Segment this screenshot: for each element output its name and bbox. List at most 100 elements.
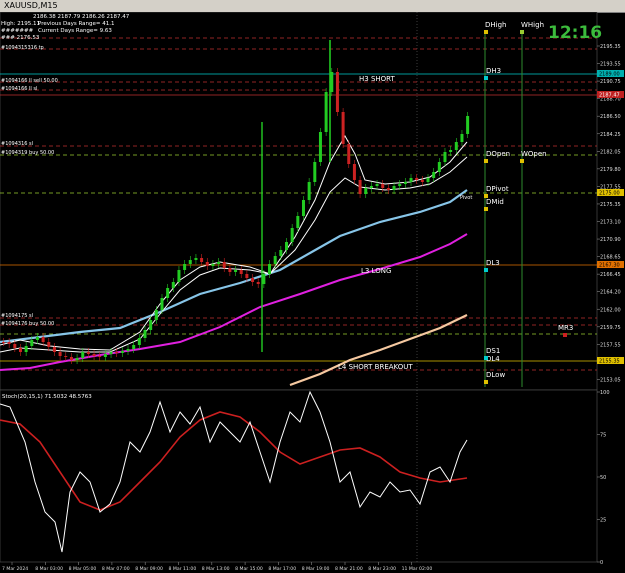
ohlc-readout: 2186.38 2187.79 2186.26 2187.47 bbox=[33, 14, 130, 20]
bull-candle bbox=[313, 162, 317, 182]
time-tick-label: 8 Mar 19:00 bbox=[302, 566, 330, 572]
bull-candle bbox=[24, 346, 28, 352]
bull-candle bbox=[454, 142, 458, 150]
extra1-readout: ####### bbox=[1, 28, 34, 34]
time-tick-label: 8 Mar 17:00 bbox=[268, 566, 296, 572]
bull-candle bbox=[103, 354, 107, 357]
bull-candle bbox=[409, 178, 413, 182]
bear-candle bbox=[69, 357, 73, 360]
indicator-tick-label: 25 bbox=[600, 518, 606, 524]
bear-candle bbox=[18, 348, 22, 352]
indicator-panel bbox=[0, 389, 598, 563]
price-tick-label: 2173.10 bbox=[600, 220, 621, 226]
order-sell-label: #1094166 ll sell 50.00 bbox=[1, 78, 58, 84]
bull-candle bbox=[279, 250, 283, 256]
main-panel bbox=[0, 12, 598, 391]
h3-short-label: H3 SHORT bbox=[359, 75, 396, 83]
indicator-tick-label: 50 bbox=[600, 475, 606, 481]
bear-candle bbox=[86, 352, 90, 354]
bull-candle bbox=[318, 132, 322, 162]
dh3-marker bbox=[484, 76, 488, 80]
bull-candle bbox=[285, 242, 288, 250]
dopen-marker bbox=[484, 159, 488, 163]
price-badge-label: 2189.00 bbox=[599, 72, 620, 78]
bull-candle bbox=[449, 150, 453, 152]
l3-long-label: L3 LONG bbox=[361, 267, 391, 275]
time-tick-label: 8 Mar 21:00 bbox=[335, 566, 363, 572]
dlow-label: DLow bbox=[486, 371, 505, 379]
bull-candle bbox=[369, 186, 373, 188]
bull-candle bbox=[296, 216, 300, 228]
bull-candle bbox=[166, 288, 170, 298]
dlow-marker bbox=[484, 380, 488, 384]
price-tick-label: 2157.55 bbox=[600, 342, 621, 348]
bear-candle bbox=[386, 188, 390, 190]
time-tick-label: 8 Mar 23:00 bbox=[368, 566, 396, 572]
bull-candle bbox=[30, 340, 34, 346]
price-tick-label: 2179.80 bbox=[600, 167, 621, 173]
bear-candle bbox=[2, 342, 5, 343]
whigh-label: WHigh bbox=[521, 21, 544, 29]
price-tick-label: 2166.45 bbox=[600, 272, 621, 278]
bull-candle bbox=[35, 337, 39, 340]
price-badge-label: 2167.30 bbox=[599, 263, 620, 269]
indicator-tick-label: 0 bbox=[600, 560, 603, 566]
price-tick-label: 2170.90 bbox=[600, 237, 621, 243]
bear-candle bbox=[92, 354, 96, 356]
price-tick-label: 2162.00 bbox=[600, 307, 621, 313]
ds1-marker bbox=[484, 356, 488, 360]
dhigh-label: DHigh bbox=[485, 21, 506, 29]
dl4-label: DL4 bbox=[486, 355, 500, 363]
bear-candle bbox=[335, 72, 339, 112]
time-tick-label: 8 Mar 11:00 bbox=[169, 566, 197, 572]
bull-candle bbox=[290, 228, 294, 242]
bull-candle bbox=[109, 352, 113, 354]
bull-candle bbox=[375, 184, 379, 186]
bull-candle bbox=[177, 270, 181, 282]
bear-candle bbox=[239, 270, 243, 274]
order-lower-sl-label: #1094175 sl bbox=[1, 313, 33, 319]
bull-candle bbox=[364, 188, 368, 194]
price-tick-label: 2193.55 bbox=[600, 62, 621, 68]
chart-window: XAUUSD,M15 2186.38 2187.79 2186.26 2187.… bbox=[0, 0, 625, 573]
time-tick-label: 8 Mar 03:00 bbox=[35, 566, 63, 572]
price-tick-label: 2168.65 bbox=[600, 255, 621, 261]
bull-candle bbox=[460, 134, 464, 142]
time-tick-label: 8 Mar 15:00 bbox=[235, 566, 263, 572]
mr3-marker bbox=[563, 333, 567, 337]
dl3-label: DL3 bbox=[486, 259, 500, 267]
bear-candle bbox=[228, 268, 232, 272]
bull-candle bbox=[160, 298, 164, 310]
mr3-label: MR3 bbox=[558, 324, 573, 332]
dmid-label: DMid bbox=[486, 198, 504, 206]
bull-candle bbox=[132, 345, 136, 349]
window-title: XAUUSD,M15 bbox=[4, 1, 58, 10]
bull-candle bbox=[81, 352, 85, 358]
time-tick-label: 8 Mar 13:00 bbox=[202, 566, 230, 572]
bull-candle bbox=[432, 172, 436, 178]
order-buy-sl-label: #1094316 sl bbox=[1, 141, 33, 147]
bull-candle bbox=[426, 178, 430, 182]
order-sell-sl-label: #1094166 ll sl bbox=[1, 86, 37, 92]
order-tp-label: #1094315316 tp bbox=[1, 45, 44, 51]
bull-candle bbox=[273, 256, 277, 264]
bull-candle bbox=[262, 274, 266, 284]
price-tick-label: 2175.35 bbox=[600, 202, 621, 208]
bear-candle bbox=[358, 180, 362, 194]
bear-candle bbox=[245, 274, 249, 278]
bull-candle bbox=[443, 152, 447, 162]
price-chart[interactable]: 2186.38 2187.79 2186.26 2187.47 High: 21… bbox=[0, 12, 625, 573]
bear-candle bbox=[222, 262, 226, 268]
price-tick-label: 2182.05 bbox=[600, 149, 621, 155]
bear-candle bbox=[420, 180, 424, 182]
bear-candle bbox=[52, 347, 56, 352]
pivot-label: Pivot bbox=[460, 195, 472, 201]
time-axis[interactable]: 7 Mar 2024 8 Mar 03:00 8 Mar 05:00 8 Mar 07… bbox=[2, 562, 432, 572]
extra2-readout: ### 2176.53 bbox=[1, 35, 40, 41]
order-buy-label: #1094319 buy 50.00 bbox=[1, 150, 54, 156]
high-readout: High: 2195.11 bbox=[1, 21, 40, 27]
indicator-tick-label: 100 bbox=[600, 390, 610, 396]
bull-candle bbox=[398, 184, 402, 186]
bear-candle bbox=[13, 344, 17, 348]
dh3-label: DH3 bbox=[486, 67, 501, 75]
